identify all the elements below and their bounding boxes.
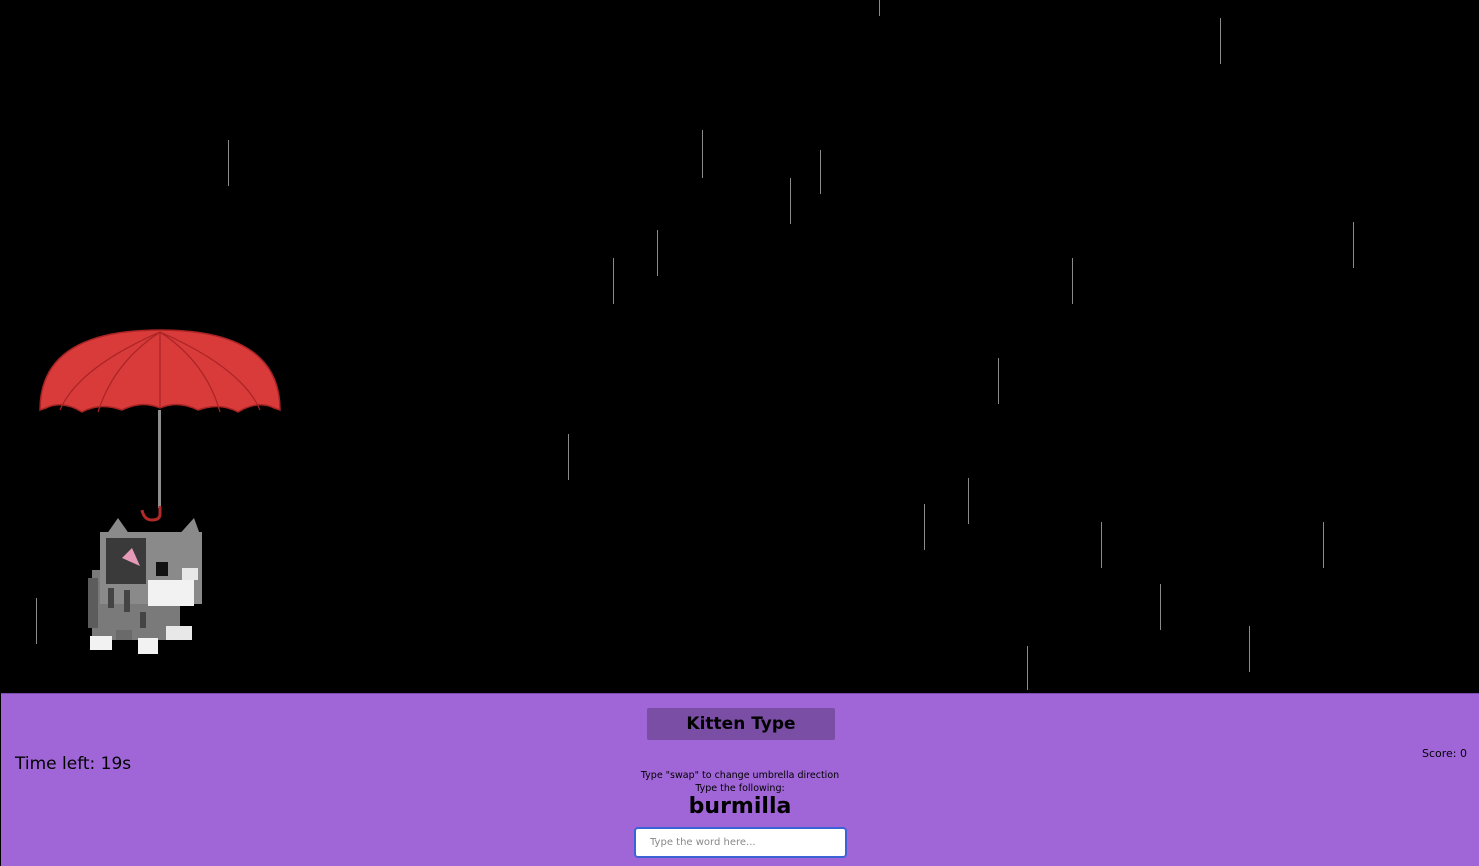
raindrop xyxy=(1353,222,1354,268)
raindrop xyxy=(1220,18,1221,64)
target-word: burmilla xyxy=(688,794,792,819)
raindrop xyxy=(790,178,791,224)
raindrop xyxy=(613,258,614,304)
raindrop xyxy=(998,358,999,404)
raindrop xyxy=(879,0,880,16)
word-input[interactable] xyxy=(634,827,847,858)
umbrella-icon xyxy=(39,329,281,522)
raindrop xyxy=(924,504,925,550)
raindrop xyxy=(1027,646,1028,690)
raindrop xyxy=(968,478,969,524)
raindrop xyxy=(1249,626,1250,672)
title-button[interactable]: Kitten Type xyxy=(647,708,835,740)
raindrop xyxy=(1101,522,1102,568)
raindrop xyxy=(1160,584,1161,630)
raindrop xyxy=(820,150,821,194)
score-display: Score: 0 xyxy=(1421,747,1467,760)
raindrop xyxy=(702,130,703,178)
swap-instruction: Type "swap" to change umbrella direction xyxy=(640,770,840,781)
raindrop xyxy=(228,140,229,186)
raindrop xyxy=(657,230,658,276)
raindrop xyxy=(568,434,569,480)
raindrop xyxy=(1072,258,1073,304)
game-area xyxy=(0,0,1479,693)
type-instruction: Type the following: xyxy=(695,783,785,794)
raindrop xyxy=(1323,522,1324,568)
control-panel: Kitten Type Time left: 19s Score: 0 Type… xyxy=(1,693,1479,866)
raindrop xyxy=(36,598,37,644)
kitten-sprite xyxy=(88,518,202,654)
